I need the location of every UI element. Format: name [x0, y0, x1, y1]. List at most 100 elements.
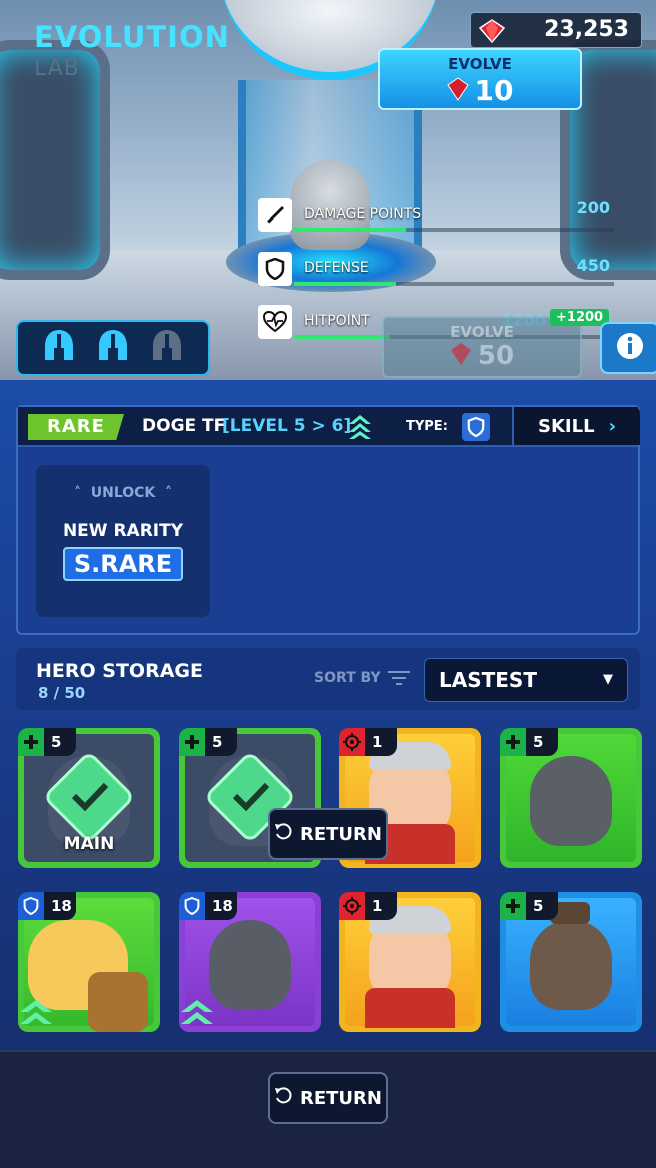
hero-detail-panel: RARE DOGE TF [LEVEL 5 > 6] TYPE: SKILL ›… [16, 405, 640, 635]
evolve-cost: 10 [474, 74, 514, 107]
hero-level-value: 1 [372, 897, 383, 915]
level-up-icon [18, 998, 54, 1032]
storage-count: 8 / 50 [38, 684, 86, 702]
hero-level-badge: 5 [18, 728, 76, 756]
skill-button[interactable]: SKILL › [512, 407, 640, 445]
chevron-down-icon: ▼ [603, 672, 613, 687]
hero-storage-header: HERO STORAGE 8 / 50 SORT BY LASTEST ▼ [16, 648, 640, 710]
skill-label: SKILL [538, 415, 595, 437]
hero-figure [530, 756, 612, 846]
shield-icon [179, 892, 205, 920]
hero-figure [530, 920, 612, 1010]
gem-balance: 23,253 [470, 12, 642, 48]
stat-name: DAMAGE POINTS [304, 206, 422, 222]
undo-icon [274, 822, 292, 846]
gem-count: 23,253 [544, 17, 629, 42]
hero-card[interactable]: 18 [18, 892, 160, 1032]
level-up-icon [179, 998, 215, 1032]
sort-by-label: SORT BY [314, 670, 381, 686]
hero-level-badge: 5 [500, 892, 558, 920]
hero-name: DOGE TF [142, 416, 226, 436]
hero-level-badge: 1 [339, 892, 397, 920]
stat-bar [294, 282, 614, 286]
shield-icon [18, 892, 44, 920]
hero-card[interactable]: 18 [179, 892, 321, 1032]
evolve-button[interactable]: EVOLVE 10 [378, 48, 582, 110]
hero-level-value: 18 [51, 897, 72, 915]
hero-card[interactable]: 5 [500, 728, 642, 868]
undo-icon [274, 1086, 292, 1110]
unlock-rarity: S.RARE [63, 547, 183, 581]
hero-level-value: 5 [51, 733, 62, 751]
rarity-badge: RARE [28, 414, 124, 440]
helmet-icon [150, 328, 184, 368]
unlock-title: UNLOCK [90, 485, 156, 501]
page-subtitle: LAB [34, 56, 80, 81]
chevron-up-icon: ˄ [165, 485, 173, 501]
hero-level-badge: 18 [18, 892, 76, 920]
hero-level-badge: 18 [179, 892, 237, 920]
info-button[interactable] [600, 322, 656, 374]
hero-card[interactable]: 5 [500, 892, 642, 1032]
sort-dropdown[interactable]: LASTEST ▼ [424, 658, 628, 702]
filter-icon [388, 670, 410, 690]
evolve-next-cost: 50 [477, 341, 515, 371]
evolve-label: EVOLVE [448, 55, 512, 73]
unlock-card: ˄ UNLOCK ˄ NEW RARITY S.RARE [36, 465, 210, 617]
target-icon [339, 892, 365, 920]
hero-level-value: 18 [212, 897, 233, 915]
stat-damage: DAMAGE POINTS 200 [258, 198, 618, 234]
hero-level-value: 5 [533, 733, 544, 751]
helmet-icon [96, 328, 130, 368]
target-icon [339, 728, 365, 756]
stat-name: DEFENSE [304, 260, 369, 276]
hero-card[interactable]: 1 [339, 892, 481, 1032]
chevron-up-icon: ˄ [73, 485, 81, 501]
hero-card[interactable]: MAIN 5 [18, 728, 160, 868]
hitpoint-bonus: +1200 [550, 309, 610, 326]
shield-icon [462, 413, 490, 441]
hero-level-badge: 1 [339, 728, 397, 756]
heal-icon [18, 728, 44, 756]
gem-icon [446, 76, 469, 105]
stat-value: 450 [576, 256, 610, 275]
hero-level-badge: 5 [179, 728, 237, 756]
return-label: RETURN [300, 823, 382, 845]
return-label: RETURN [300, 1087, 382, 1109]
hero-level-value: 5 [533, 897, 544, 915]
hero-level-badge: 5 [500, 728, 558, 756]
page-title: EVOLUTION [34, 20, 230, 54]
hero-level: [LEVEL 5 > 6] [222, 416, 352, 436]
type-label: TYPE: [406, 419, 448, 434]
gem-icon [450, 342, 472, 370]
gem-icon [478, 19, 506, 47]
chevron-right-icon: › [608, 415, 616, 437]
stat-value: 200 [576, 198, 610, 217]
hero-figure [209, 920, 291, 1010]
sword-icon [258, 198, 292, 232]
storage-title: HERO STORAGE [36, 660, 203, 682]
stat-bar [294, 228, 614, 232]
sort-value: LASTEST [439, 668, 537, 692]
hero-level-value: 5 [212, 733, 223, 751]
heal-icon [179, 728, 205, 756]
heal-icon [500, 728, 526, 756]
unlock-subtitle: NEW RARITY [62, 521, 184, 541]
info-icon [616, 332, 644, 364]
check-icon [231, 780, 271, 818]
evolve-next-label: EVOLVE [450, 323, 514, 341]
heart-pulse-icon [258, 305, 292, 339]
stat-defense: DEFENSE 450 [258, 252, 618, 288]
level-up-icon [348, 414, 372, 444]
helmet-icon [42, 328, 76, 368]
check-icon [70, 780, 110, 818]
return-overlay-button[interactable]: RETURN [268, 808, 388, 860]
return-button[interactable]: RETURN [268, 1072, 388, 1124]
shield-icon [258, 252, 292, 286]
stat-name: HITPOINT [304, 313, 370, 329]
main-label: MAIN [63, 834, 115, 854]
hero-level-value: 1 [372, 733, 383, 751]
hero-detail-header: RARE DOGE TF [LEVEL 5 > 6] TYPE: SKILL › [18, 407, 640, 447]
evolution-stages [16, 320, 210, 376]
heal-icon [500, 892, 526, 920]
